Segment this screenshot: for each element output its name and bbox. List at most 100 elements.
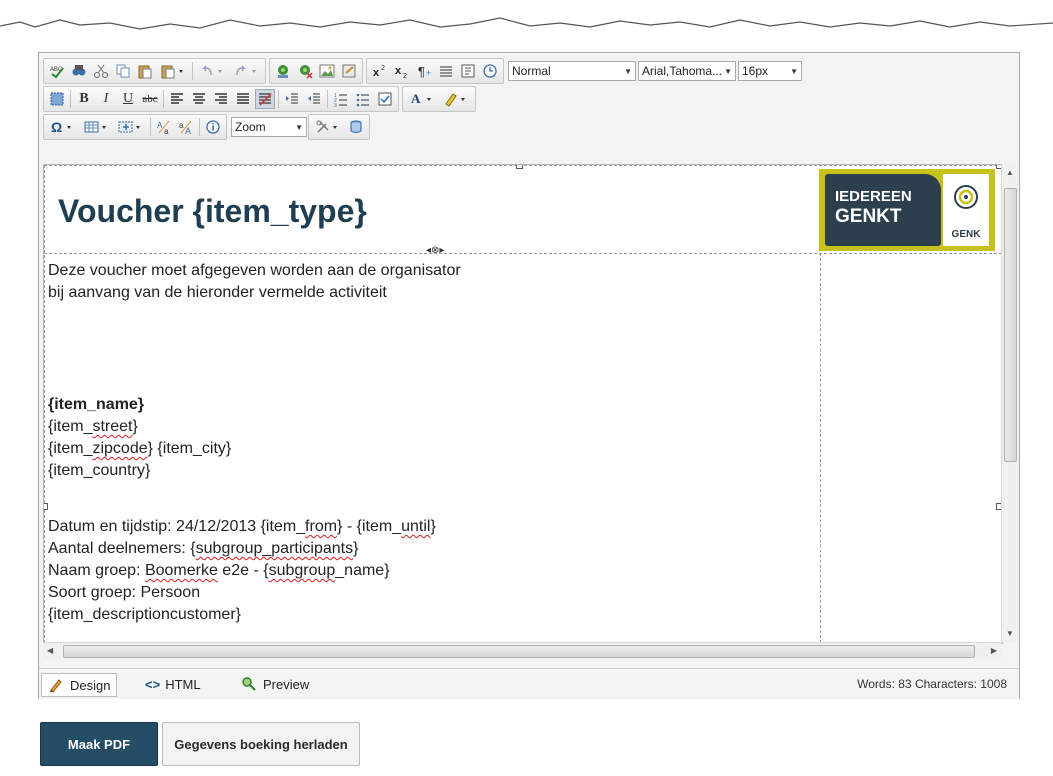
align-center-icon[interactable] <box>189 89 209 109</box>
item-street-field: {item_street} <box>48 417 138 437</box>
scroll-right-icon[interactable]: ▶ <box>991 646 997 655</box>
select-all-icon[interactable] <box>47 89 67 109</box>
table-border-top <box>44 165 1002 166</box>
font-size-select-value: 16px <box>742 64 769 78</box>
align-right-icon[interactable] <box>211 89 231 109</box>
font-family-select-value: Arial,Tahoma... <box>642 64 723 78</box>
format-select[interactable]: Normal ▼ <box>508 61 636 81</box>
magnifier-icon <box>242 677 256 691</box>
unordered-list-icon[interactable] <box>353 89 373 109</box>
spellcheck-icon[interactable]: ABC <box>47 61 67 81</box>
hyperlink-icon[interactable] <box>273 61 293 81</box>
svg-text:¶: ¶ <box>418 64 425 79</box>
editor-content-area[interactable]: ◂⊗▸ Voucher {item_type} IEDEREEN GENKT G… <box>43 164 1003 644</box>
bold-icon[interactable]: B <box>74 89 94 109</box>
ordered-list-icon[interactable]: 123 <box>331 89 351 109</box>
word-character-count: Words: 83 Characters: 1008 <box>857 677 1007 691</box>
svg-text:Ω: Ω <box>51 119 62 135</box>
font-size-select[interactable]: 16px ▼ <box>738 61 802 81</box>
find-icon[interactable] <box>69 61 89 81</box>
horizontal-rule-icon[interactable] <box>436 61 456 81</box>
redo-icon[interactable] <box>230 61 262 81</box>
separator <box>150 118 151 136</box>
street-word: street <box>92 418 133 435</box>
vertical-scrollbar[interactable]: ▲ ▼ <box>1001 164 1018 642</box>
insert-table-icon[interactable] <box>81 117 113 137</box>
convert-case-icon[interactable]: Aa <box>154 117 174 137</box>
font-color-icon[interactable]: A <box>406 89 438 109</box>
reload-booking-data-button[interactable]: Gegevens boeking herladen <box>162 722 360 766</box>
html-mode-tab[interactable]: <> HTML <box>145 673 201 695</box>
svg-text:2: 2 <box>381 65 385 72</box>
datum-end: } <box>430 518 436 535</box>
resize-handle[interactable] <box>516 165 523 169</box>
intro-line-1: Deze voucher moet afgegeven worden aan d… <box>48 262 461 279</box>
svg-text:3: 3 <box>334 103 337 107</box>
datum-text: Datum en tijdstip: 24/12/2013 {item_ <box>48 518 306 535</box>
toolbar-row-1: ABC x2 x2 ¶ + Normal ▼ Arial,Tahoma... ▼… <box>43 58 803 84</box>
svg-text:+: + <box>426 68 431 78</box>
paste-icon[interactable] <box>135 61 155 81</box>
align-left-icon[interactable] <box>167 89 187 109</box>
subscript-icon[interactable]: x2 <box>392 61 412 81</box>
datum-from: from <box>305 518 338 535</box>
lowercase-icon[interactable]: aA <box>176 117 196 137</box>
datum-middle: } - {item_ <box>337 518 402 535</box>
street-prefix: {item_ <box>48 418 93 435</box>
table-style-icon[interactable] <box>255 89 275 109</box>
database-icon[interactable] <box>346 117 366 137</box>
toolbar-group-style: B I U abc 123 <box>43 86 399 112</box>
underline-icon[interactable]: U <box>118 89 138 109</box>
superscript-icon[interactable]: x2 <box>370 61 390 81</box>
table-border-row <box>44 253 1002 254</box>
voucher-title: Voucher {item_type} <box>58 193 367 229</box>
separator <box>70 90 71 108</box>
remove-link-icon[interactable] <box>295 61 315 81</box>
italic-icon[interactable]: I <box>96 89 116 109</box>
indent-icon[interactable] <box>282 89 302 109</box>
info-icon[interactable] <box>203 117 223 137</box>
genk-badge-label: GENK <box>951 229 981 240</box>
font-family-select[interactable]: Arial,Tahoma... ▼ <box>638 61 736 81</box>
insert-element-icon[interactable] <box>115 117 147 137</box>
highlight-color-icon[interactable] <box>440 89 472 109</box>
cut-icon[interactable] <box>91 61 111 81</box>
zoom-select[interactable]: Zoom ▼ <box>231 117 307 137</box>
undo-icon[interactable] <box>196 61 228 81</box>
table-move-handle-icon[interactable]: ◂⊗▸ <box>426 245 444 256</box>
paste-special-icon[interactable] <box>157 61 189 81</box>
image-icon[interactable] <box>317 61 337 81</box>
aantal-line: Aantal deelnemers: {subgroup_participant… <box>48 539 358 559</box>
form-element-icon[interactable] <box>458 61 478 81</box>
description-line: {item_descriptioncustomer} <box>48 606 241 623</box>
toolbar-group-insert <box>269 58 363 84</box>
separator <box>199 118 200 136</box>
vertical-scroll-thumb[interactable] <box>1004 188 1017 462</box>
scroll-left-icon[interactable]: ◀ <box>47 646 53 655</box>
horizontal-scroll-thumb[interactable] <box>63 645 975 658</box>
align-justify-icon[interactable] <box>233 89 253 109</box>
design-mode-tab[interactable]: Design <box>41 673 118 697</box>
checkbox-icon[interactable] <box>375 89 395 109</box>
resize-handle[interactable] <box>44 503 48 510</box>
outdent-icon[interactable] <box>304 89 324 109</box>
aantal-end: } <box>353 540 359 557</box>
clock-icon[interactable] <box>480 61 500 81</box>
horizontal-scrollbar[interactable]: ◀ ▶ <box>43 642 1001 659</box>
svg-text:A: A <box>411 91 421 106</box>
scroll-down-icon[interactable]: ▼ <box>1006 629 1014 638</box>
zip-prefix: {item_ <box>48 440 93 457</box>
editor-status-bar: Design <> HTML Preview Words: 83 Charact… <box>39 668 1019 699</box>
module-manager-icon[interactable] <box>312 117 344 137</box>
item-name-field: {item_name} <box>48 396 145 413</box>
separator <box>163 90 164 108</box>
document-manager-icon[interactable] <box>339 61 359 81</box>
paragraph-icon[interactable]: ¶ + <box>414 61 434 81</box>
copy-icon[interactable] <box>113 61 133 81</box>
preview-mode-tab[interactable]: Preview <box>241 673 309 695</box>
make-pdf-button[interactable]: Maak PDF <box>40 722 158 766</box>
scroll-up-icon[interactable]: ▲ <box>1006 168 1014 177</box>
special-characters-icon[interactable]: Ω <box>47 117 79 137</box>
toolbar-group-edit: ABC <box>43 58 266 84</box>
strikethrough-icon[interactable]: abc <box>140 89 160 109</box>
